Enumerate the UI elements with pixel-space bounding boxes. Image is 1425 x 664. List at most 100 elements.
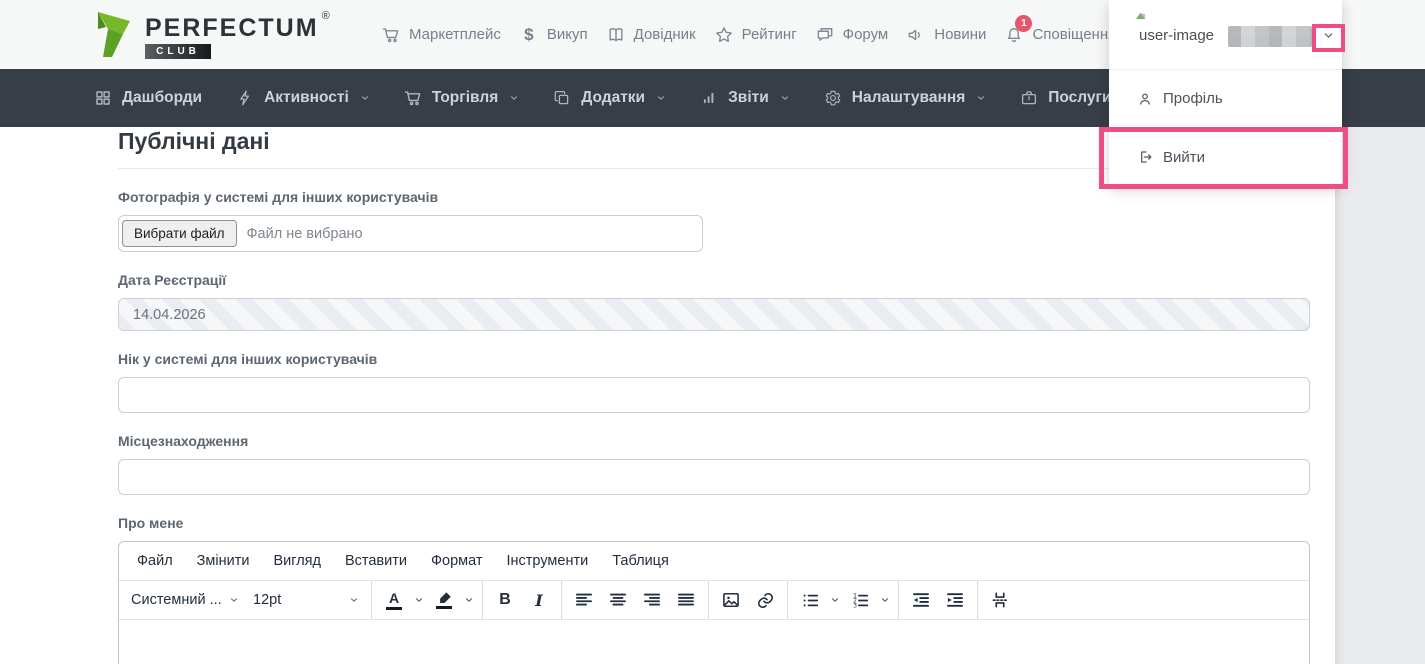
copy-icon	[552, 88, 572, 108]
briefcase-icon	[1019, 88, 1039, 108]
align-left-button[interactable]	[567, 585, 601, 615]
editor-menu-tools[interactable]: Інструменти	[495, 547, 601, 575]
nav-label: Додатки	[581, 89, 646, 106]
align-right-button[interactable]	[635, 585, 669, 615]
cart-icon	[403, 88, 423, 108]
nav-activities[interactable]: Активності	[235, 88, 370, 108]
cart-icon	[380, 24, 402, 46]
insert-image-button[interactable]	[714, 585, 748, 615]
outdent-button[interactable]	[904, 585, 938, 615]
photo-field-group: Фотографія у системі для інших користува…	[118, 189, 1310, 253]
italic-icon: I	[535, 590, 543, 610]
editor-toolbar: Системний ... 12pt A B I 1 2 3	[119, 580, 1309, 620]
bold-button[interactable]: B	[488, 585, 522, 615]
topnav-label: Форум	[842, 26, 889, 43]
user-menu-item-profile[interactable]: Профіль	[1109, 70, 1342, 127]
toolbar-group: BI	[482, 581, 561, 620]
about-group: Про мене Файл Змінити Вигляд Вставити Формат…	[118, 515, 1310, 664]
editor-menu-table[interactable]: Таблиця	[600, 547, 681, 575]
font-family-select[interactable]: Системний ...	[124, 585, 246, 615]
nav-dashboards[interactable]: Дашборди	[93, 88, 202, 108]
nav-addons[interactable]: Додатки	[552, 88, 666, 108]
italic-button[interactable]: I	[522, 585, 556, 615]
nav-settings[interactable]: Налаштування	[823, 88, 987, 108]
editor-menu-edit[interactable]: Змінити	[185, 547, 262, 575]
grid-icon	[93, 88, 113, 108]
editor-menu-file[interactable]: Файл	[125, 547, 185, 575]
svg-text:3: 3	[852, 603, 856, 610]
highlight-color-button[interactable]	[427, 585, 461, 615]
font-family-select-value: Системний ...	[131, 592, 222, 609]
registered-mark: ®	[321, 10, 332, 22]
chevron-down-icon	[509, 93, 519, 103]
chat-icon	[814, 24, 836, 46]
topnav-forum[interactable]: Форум	[814, 24, 889, 46]
chevron-down-icon	[976, 93, 986, 103]
topnav-rating[interactable]: Рейтинг	[713, 24, 797, 46]
bullet-list-button-dropdown[interactable]	[827, 585, 843, 615]
nav-label: Дашборди	[122, 89, 203, 106]
align-right-icon	[642, 590, 662, 610]
editor-menu-view[interactable]: Вигляд	[261, 547, 333, 575]
brand-logo[interactable]: PERFECTUM ® CLUB	[93, 10, 332, 64]
numbered-list-button-dropdown[interactable]	[877, 585, 893, 615]
forecolor-icon: A	[386, 591, 402, 611]
broken-image-icon	[1135, 8, 1146, 26]
topnav-vykup[interactable]: $ Викуп	[518, 24, 587, 46]
nav-reports[interactable]: Звіти	[699, 88, 790, 108]
nickname-input[interactable]	[118, 377, 1310, 414]
topnav-label: Новини	[934, 26, 987, 43]
align-left-icon	[574, 590, 594, 610]
chevron-down-icon	[656, 93, 666, 103]
topnav-label: Довідник	[633, 26, 696, 43]
align-justify-button[interactable]	[669, 585, 703, 615]
logout-icon	[1137, 149, 1153, 165]
topnav-news[interactable]: Новини	[905, 24, 986, 46]
location-input[interactable]	[118, 459, 1310, 496]
insert-link-button[interactable]	[748, 585, 782, 615]
outdent-icon	[911, 590, 931, 610]
user-chevron-down-icon[interactable]	[1322, 29, 1335, 47]
user-menu-item-logout[interactable]: Вийти	[1109, 127, 1342, 186]
indent-icon	[945, 590, 965, 610]
text-color-button-dropdown[interactable]	[411, 585, 427, 615]
photo-label: Фотографія у системі для інших користува…	[118, 189, 439, 206]
editor-menubar: Файл Змінити Вигляд Вставити Формат Інструмен…	[119, 542, 1309, 580]
numbered-list-button[interactable]: 123	[843, 585, 877, 615]
indent-button[interactable]	[938, 585, 972, 615]
nickname-group: Нік у системі для інших користувачів	[118, 351, 1310, 414]
content-area: Публічні дані Фотографія у системі для і…	[0, 127, 1335, 664]
bullet-list-button[interactable]	[793, 585, 827, 615]
registration-date-group: Дата Реєстрації 14.04.2026	[118, 272, 1310, 332]
nav-label: Налаштування	[851, 89, 966, 106]
user-menu-toggle[interactable]: user-image	[1109, 0, 1342, 69]
pagebreak-button[interactable]	[983, 585, 1017, 615]
ol-icon: 123	[851, 591, 870, 610]
topnav-notifications[interactable]: 1 Сповіщення	[1003, 14, 1117, 46]
topnav-label: Маркетплейс	[409, 26, 501, 43]
topnav-marketplace[interactable]: Маркетплейс	[380, 24, 501, 46]
topnav-dovidnyk[interactable]: Довідник	[605, 24, 696, 46]
align-center-button[interactable]	[601, 585, 635, 615]
highlight-color-button-dropdown[interactable]	[461, 585, 477, 615]
nickname-label: Нік у системі для інших користувачів	[118, 351, 378, 368]
font-size-select[interactable]: 12pt	[246, 585, 366, 615]
text-color-button[interactable]: A	[377, 585, 411, 615]
choose-file-button[interactable]: Вибрати файл	[122, 220, 237, 248]
user-image-alt-text: user-image	[1139, 27, 1215, 44]
nav-trade[interactable]: Торгівля	[403, 88, 519, 108]
topnav-label: Рейтинг	[741, 26, 797, 43]
chart-icon	[699, 88, 719, 108]
toolbar-group: Системний ... 12pt	[119, 581, 371, 619]
toolbar-group	[561, 581, 708, 620]
redacted-username	[1228, 26, 1312, 47]
registration-date-label: Дата Реєстрації	[118, 272, 227, 289]
photo-file-input[interactable]: Вибрати файл Файл не вибрано	[118, 215, 703, 253]
editor-menu-insert[interactable]: Вставити	[333, 547, 419, 575]
user-dropdown: user-image Профіль Вийти	[1109, 0, 1342, 186]
user-menu-label: Профіль	[1163, 90, 1223, 107]
editor-menu-format[interactable]: Формат	[419, 547, 495, 575]
topnav-label: Сповіщення	[1032, 26, 1117, 43]
editor-content[interactable]	[119, 619, 1309, 664]
dollar-icon: $	[524, 24, 534, 44]
